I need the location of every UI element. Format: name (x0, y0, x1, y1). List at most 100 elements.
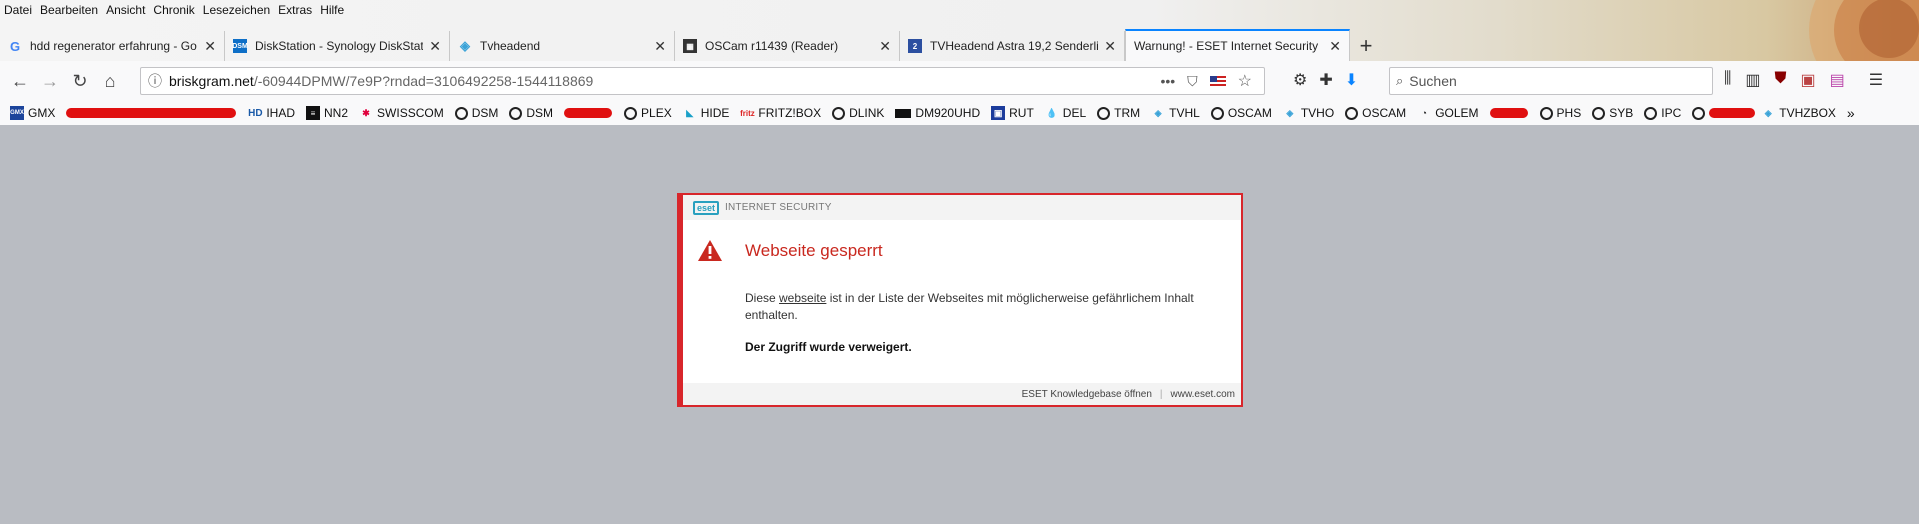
oscam-icon: ▦ (683, 39, 697, 53)
globe-icon (454, 106, 468, 120)
access-denied-text: Der Zugriff wurde verweigert. (745, 340, 912, 354)
search-icon: ⌕ (1396, 73, 1404, 88)
forward-arrow-icon: → (41, 70, 59, 91)
del-icon: 💧 (1046, 107, 1058, 118)
menu-bearbeiten[interactable]: Bearbeiten (40, 3, 98, 17)
tab-title: Warnung! - ESET Internet Security (1134, 39, 1319, 53)
swisscom-icon: ✱ (362, 107, 370, 118)
download-icon[interactable]: ⬇ (1345, 70, 1358, 90)
library-icon[interactable]: ⫼ (1724, 70, 1731, 90)
bookmark-dlink[interactable]: DLINK (832, 106, 884, 120)
bookmark-syb[interactable]: SYB (1592, 106, 1633, 120)
bookmark-label: TRM (1114, 106, 1141, 120)
tab-title: OSCam r11439 (Reader) (705, 39, 839, 53)
eset-website-link[interactable]: www.eset.com (1171, 389, 1235, 400)
puzzle-icon[interactable]: ✚ (1319, 70, 1332, 90)
pocket-icon[interactable]: ⛉ (1187, 73, 1198, 90)
bookmark-label: OSCAM (1227, 106, 1272, 120)
bookmark-tvhzbox[interactable]: ◈ TVHZBOX (1761, 106, 1836, 120)
bookmark-gmx[interactable]: GMX GMX (10, 106, 55, 120)
menu-datei[interactable]: Datei (4, 3, 32, 17)
bookmark-plex[interactable]: PLEX (624, 106, 672, 120)
us-flag-icon[interactable] (1209, 75, 1226, 87)
webseite-link[interactable]: webseite (779, 291, 826, 305)
ublock-icon[interactable]: ⛊ (1775, 70, 1787, 90)
bookmark-oscam-1[interactable]: OSCAM (1210, 106, 1272, 120)
back-button[interactable]: ← (5, 66, 35, 96)
info-icon[interactable]: ⓘ (141, 71, 169, 91)
menu-ansicht[interactable]: Ansicht (106, 3, 145, 17)
home-button[interactable]: ⌂ (95, 66, 125, 96)
gear-icon[interactable]: ⚙ (1293, 70, 1307, 90)
bookmark-label: TVHO (1300, 106, 1335, 120)
tab-5-active[interactable]: Warnung! - ESET Internet Security ✕ (1125, 29, 1350, 61)
redacted-bookmark (1489, 108, 1528, 118)
bookmark-fritzbox[interactable]: fritz FRITZ!BOX (740, 106, 821, 120)
sidebar-icon[interactable]: ▥ (1745, 70, 1760, 90)
search-bar[interactable]: ⌕ Suchen (1389, 67, 1713, 95)
close-icon[interactable]: ✕ (654, 38, 666, 55)
bookmark-dsm-2[interactable]: DSM (509, 106, 553, 120)
close-icon[interactable]: ✕ (1329, 38, 1341, 55)
tab-4[interactable]: 2 TVHeadend Astra 19,2 Senderli ✕ (900, 31, 1125, 61)
url-bar[interactable]: ⓘ briskgram.net/-60944DPMW/7e9P?rndad=31… (140, 67, 1265, 95)
tab-1[interactable]: DSM DiskStation - Synology DiskStat ✕ (225, 31, 450, 61)
reload-button[interactable]: ↻ (65, 66, 95, 96)
bookmark-tvhl[interactable]: ◈ TVHL (1151, 106, 1200, 120)
url-path: /-60944DPMW/7e9P?rndad=3106492258-154411… (253, 73, 594, 89)
bookmark-label: PLEX (641, 106, 672, 120)
tab-0[interactable]: G hdd regenerator erfahrung - Go ✕ (0, 31, 225, 61)
close-icon[interactable]: ✕ (429, 38, 441, 55)
new-tab-button[interactable]: + (1350, 31, 1382, 61)
bookmark-del[interactable]: 💧 DEL (1045, 106, 1086, 120)
reload-icon: ↻ (72, 70, 88, 91)
menu-extras[interactable]: Extras (278, 3, 312, 17)
bookmarks-overflow-button[interactable]: » (1847, 105, 1855, 121)
knowledgebase-link[interactable]: ESET Knowledgebase öffnen (1022, 389, 1152, 400)
tab-2[interactable]: ◈ Tvheadend ✕ (450, 31, 675, 61)
bookmark-label: DM920UHD (915, 106, 981, 120)
bookmark-oscam-2[interactable]: OSCAM (1345, 106, 1406, 120)
dsm-icon: DSM (232, 39, 248, 53)
redacted-bookmarks (66, 108, 237, 118)
hamburger-menu-icon[interactable]: ☰ (1869, 70, 1883, 90)
globe-icon (509, 106, 523, 120)
bookmark-golem[interactable]: ◔ GOLEM (1417, 106, 1478, 120)
bookmark-rut[interactable]: ▣ RUT (991, 106, 1034, 120)
menu-hilfe[interactable]: Hilfe (320, 3, 344, 17)
bookmark-dsm-1[interactable]: DSM (454, 106, 498, 120)
bookmark-nn2[interactable]: ≡ NN2 (306, 106, 348, 120)
extension-icon[interactable]: ▤ (1830, 70, 1845, 90)
message-text: Diese (745, 291, 780, 305)
globe-icon (1592, 106, 1606, 120)
url-text[interactable]: briskgram.net/-60944DPMW/7e9P?rndad=3106… (169, 73, 1160, 89)
close-icon[interactable]: ✕ (204, 38, 216, 55)
rut-icon: ▣ (991, 106, 1006, 120)
bookmark-hide[interactable]: ◣ HIDE (683, 106, 729, 120)
bookmark-ihad[interactable]: HD IHAD (248, 106, 295, 120)
bookmark-label: DSM (526, 106, 554, 120)
menu-lesezeichen[interactable]: Lesezeichen (203, 3, 270, 17)
bookmark-trm[interactable]: TRM (1097, 106, 1140, 120)
tab-3[interactable]: ▦ OSCam r11439 (Reader) ✕ (675, 31, 900, 61)
bookmark-label: GOLEM (1435, 106, 1479, 120)
bookmark-phs[interactable]: PHS (1539, 106, 1581, 120)
bookmark-swisscom[interactable]: ✱ SWISSCOM (359, 106, 443, 120)
globe-icon (832, 106, 846, 120)
bookmark-tvho[interactable]: ◈ TVHO (1283, 106, 1334, 120)
navigation-bar: ← → ↻ ⌂ ⓘ briskgram.net/-60944DPMW/7e9P?… (0, 61, 1919, 101)
tab-title: TVHeadend Astra 19,2 Senderli (930, 39, 1099, 53)
menu-chronik[interactable]: Chronik (153, 3, 194, 17)
close-icon[interactable]: ✕ (879, 38, 891, 55)
page-actions-icon[interactable]: ••• (1160, 73, 1175, 89)
eset-warning-dialog: eset INTERNET SECURITY Webseite gesperrt… (677, 193, 1243, 407)
screenshot-icon[interactable]: ▣ (1801, 70, 1816, 90)
bookmark-ipc[interactable]: IPC (1644, 106, 1681, 120)
close-icon[interactable]: ✕ (1104, 38, 1116, 55)
search-placeholder: Suchen (1409, 73, 1457, 89)
bookmark-star-icon[interactable]: ☆ (1238, 71, 1252, 91)
forward-button[interactable]: → (35, 66, 65, 96)
bookmark-label: IHAD (266, 106, 296, 120)
bookmark-dm920uhd[interactable]: DM920UHD (895, 106, 980, 120)
hide-icon: ◣ (686, 107, 694, 118)
